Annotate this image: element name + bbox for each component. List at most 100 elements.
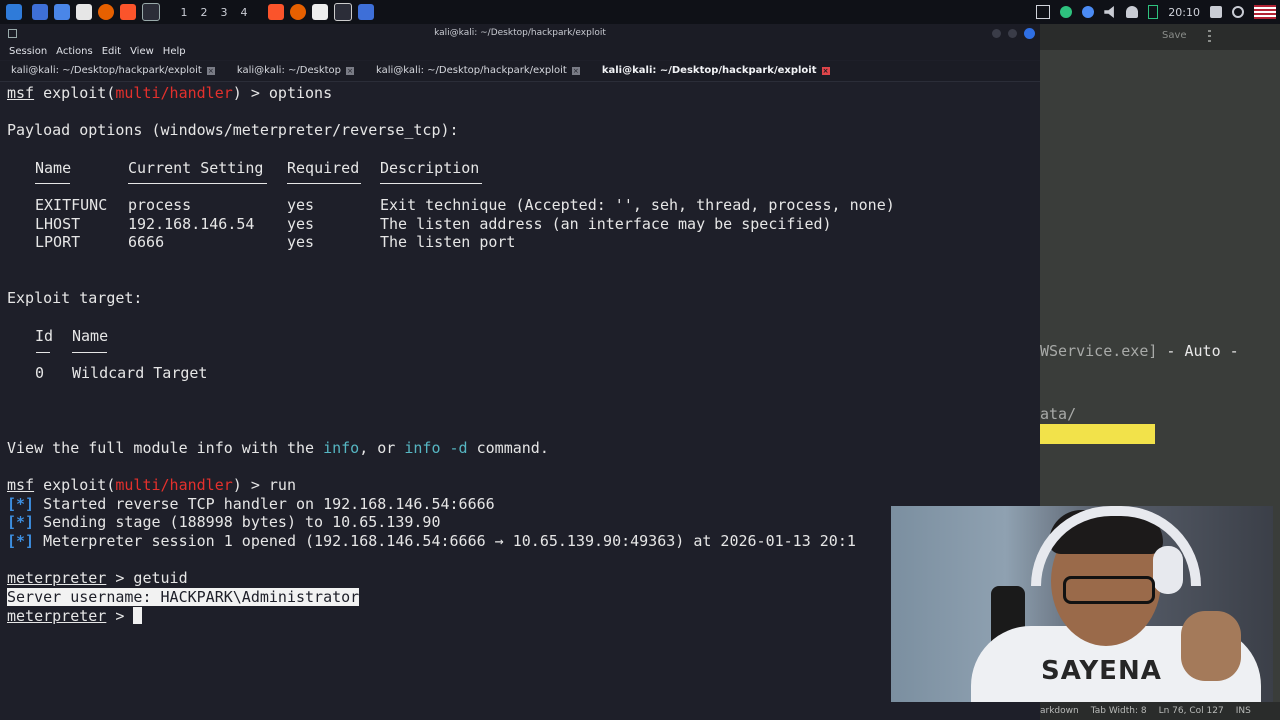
kali-menu-icon[interactable] bbox=[6, 4, 22, 20]
tab-close-icon[interactable]: × bbox=[571, 67, 580, 75]
status-line: [*] Started reverse TCP handler on 192.1… bbox=[7, 495, 495, 513]
text-editor-icon[interactable] bbox=[76, 4, 92, 20]
col-header-name: Name bbox=[35, 159, 72, 177]
getuid-result: Server username: HACKPARK\Administrator bbox=[7, 588, 360, 606]
flag-icon[interactable] bbox=[1254, 5, 1276, 19]
exploit-word: exploit( bbox=[43, 476, 116, 494]
shirt-text: SAYENA bbox=[1041, 656, 1162, 686]
payload-options-header: Payload options (windows/meterpreter/rev… bbox=[7, 121, 459, 139]
screen-icon[interactable] bbox=[1036, 5, 1051, 19]
prompt-run-line: msf exploit(multi/handler) > run bbox=[7, 476, 296, 494]
window-title: kali@kali: ~/Desktop/hackpark/exploit bbox=[0, 24, 1040, 42]
info-d-command: info -d bbox=[404, 439, 468, 457]
prompt-options-line: msf exploit(multi/handler) > options bbox=[7, 84, 332, 102]
editor-highlight bbox=[1040, 424, 1155, 444]
firefox-window-icon[interactable] bbox=[290, 4, 306, 20]
header-underline bbox=[36, 352, 50, 353]
close-button[interactable] bbox=[1024, 28, 1035, 39]
lock-icon[interactable] bbox=[1210, 6, 1222, 18]
target-col-id: Id bbox=[35, 327, 54, 345]
status-line: [*] Sending stage (188998 bytes) to 10.6… bbox=[7, 513, 440, 531]
status-text: Started reverse TCP handler on 192.168.1… bbox=[43, 495, 495, 513]
workspace-2[interactable]: 2 bbox=[194, 6, 214, 19]
cursor-position[interactable]: Ln 76, Col 127 bbox=[1159, 706, 1224, 716]
notifications-icon[interactable] bbox=[1126, 6, 1139, 18]
clock[interactable]: 20:10 bbox=[1168, 6, 1200, 19]
col-header-setting: Current Setting bbox=[128, 159, 264, 177]
option-setting: 192.168.146.54 bbox=[128, 215, 255, 233]
refresh-icon[interactable] bbox=[1232, 6, 1244, 18]
editor-line: WService.exe] - Auto - bbox=[1040, 342, 1239, 360]
workspace-1[interactable]: 1 bbox=[174, 6, 194, 19]
tab-label: kali@kali: ~/Desktop/hackpark/exploit bbox=[601, 65, 817, 76]
status-marker: [*] bbox=[7, 532, 35, 550]
tab-2[interactable]: kali@kali: ~/Desktop × bbox=[231, 61, 360, 81]
insert-mode[interactable]: INS bbox=[1236, 706, 1251, 716]
maximize-button[interactable] bbox=[1008, 29, 1017, 38]
prompt-arrow: > bbox=[106, 607, 134, 625]
tab-close-icon[interactable]: × bbox=[206, 67, 215, 75]
msf-prompt: msf bbox=[7, 84, 35, 102]
menu-help[interactable]: Help bbox=[163, 46, 186, 57]
brave-window-icon[interactable] bbox=[268, 4, 284, 20]
target-col-name: Name bbox=[72, 327, 109, 345]
headset-earcup bbox=[1153, 546, 1183, 594]
status-text: Sending stage (188998 bytes) to 10.65.13… bbox=[43, 513, 441, 531]
tab-close-icon[interactable]: × bbox=[346, 67, 354, 75]
editor-menu-icon[interactable] bbox=[1208, 30, 1211, 42]
document-window-icon[interactable] bbox=[312, 4, 328, 20]
header-underline bbox=[287, 183, 361, 184]
workspace-4[interactable]: 4 bbox=[234, 6, 254, 19]
tab-1[interactable]: kali@kali: ~/Desktop/hackpark/exploit × bbox=[5, 61, 221, 81]
firefox-icon[interactable] bbox=[98, 4, 114, 20]
module-name: multi/handler bbox=[115, 476, 233, 494]
save-button[interactable]: Save bbox=[1162, 30, 1187, 41]
current-prompt-line: meterpreter > bbox=[7, 607, 143, 625]
tab-3[interactable]: kali@kali: ~/Desktop/hackpark/exploit × bbox=[370, 61, 586, 81]
tab-width-indicator[interactable]: Tab Width: 8 bbox=[1091, 706, 1147, 716]
volume-icon[interactable] bbox=[1104, 6, 1114, 18]
editor-text: WService.exe] bbox=[1040, 342, 1158, 360]
tab-label: kali@kali: ~/Desktop/hackpark/exploit bbox=[376, 65, 567, 76]
terminal-output[interactable]: msf exploit(multi/handler) > options Pay… bbox=[0, 82, 1040, 720]
menu-edit[interactable]: Edit bbox=[102, 46, 121, 57]
status-text: Meterpreter session 1 opened (192.168.14… bbox=[43, 532, 856, 550]
option-description: Exit technique (Accepted: '', seh, threa… bbox=[380, 196, 895, 214]
bluetooth-icon[interactable] bbox=[1082, 6, 1095, 18]
status-line: [*] Meterpreter session 1 opened (192.16… bbox=[7, 532, 856, 550]
info-text: command. bbox=[467, 439, 549, 457]
battery-icon[interactable] bbox=[1148, 5, 1159, 19]
window-pin-icon[interactable] bbox=[8, 29, 17, 38]
option-description: The listen address (an interface may be … bbox=[380, 215, 832, 233]
option-setting: 6666 bbox=[128, 233, 165, 251]
prompt-command: ) > run bbox=[232, 476, 296, 494]
option-required: yes bbox=[287, 233, 315, 251]
option-description: The listen port bbox=[380, 233, 516, 251]
msf-prompt: msf bbox=[7, 476, 35, 494]
module-name: multi/handler bbox=[115, 84, 233, 102]
file-manager-icon[interactable] bbox=[54, 4, 70, 20]
language-indicator[interactable]: arkdown bbox=[1040, 706, 1079, 716]
folder-window-icon[interactable] bbox=[358, 4, 374, 20]
show-desktop-icon[interactable] bbox=[32, 4, 48, 20]
menu-actions[interactable]: Actions bbox=[56, 46, 93, 57]
editor-text: - Auto - bbox=[1157, 342, 1239, 360]
status-marker: [*] bbox=[7, 513, 35, 531]
brave-icon[interactable] bbox=[120, 4, 136, 20]
tab-4-active[interactable]: kali@kali: ~/Desktop/hackpark/exploit × bbox=[596, 61, 836, 81]
tab-close-icon[interactable]: × bbox=[821, 67, 830, 75]
terminal-window-icon[interactable] bbox=[334, 3, 352, 21]
option-required: yes bbox=[287, 196, 315, 214]
menu-view[interactable]: View bbox=[130, 46, 154, 57]
target-name: Wildcard Target bbox=[72, 364, 208, 382]
menu-session[interactable]: Session bbox=[9, 46, 47, 57]
workspace-3[interactable]: 3 bbox=[214, 6, 234, 19]
info-text: , or bbox=[359, 439, 405, 457]
text-cursor bbox=[133, 607, 143, 624]
webcam-overlay: SAYENA bbox=[891, 506, 1273, 702]
prompt-command: ) > options bbox=[232, 84, 333, 102]
col-header-description: Description bbox=[380, 159, 480, 177]
terminal-icon[interactable] bbox=[142, 3, 160, 21]
minimize-button[interactable] bbox=[992, 29, 1001, 38]
app-tray-icon[interactable] bbox=[1060, 6, 1073, 18]
